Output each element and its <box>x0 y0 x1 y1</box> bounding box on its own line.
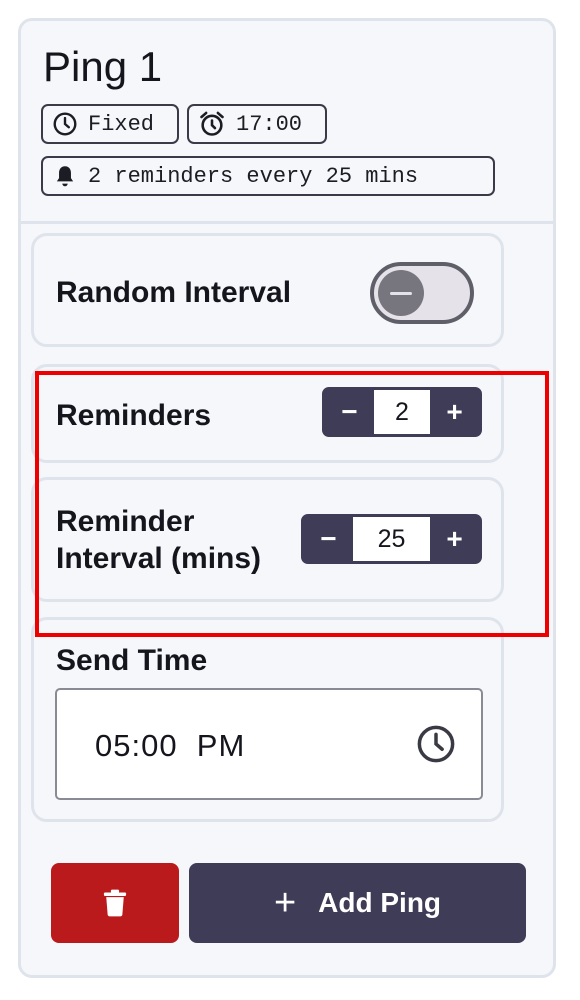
reminders-decrement-button[interactable]: − <box>325 390 374 434</box>
reminders-increment-button[interactable]: + <box>430 390 479 434</box>
reminder-interval-increment-button[interactable]: + <box>430 517 479 561</box>
reminders-badge: 2 reminders every 25 mins <box>41 156 495 196</box>
reminder-interval-decrement-button[interactable]: − <box>304 517 353 561</box>
reminders-panel: Reminders − 2 + <box>31 364 504 463</box>
time-badge-label: 17:00 <box>236 111 303 137</box>
random-interval-toggle[interactable] <box>370 262 474 324</box>
alarm-clock-icon <box>200 111 224 136</box>
random-interval-panel: Random Interval <box>31 233 504 347</box>
reminder-interval-stepper: − 25 + <box>301 514 482 564</box>
reminder-interval-label: Reminder Interval (mins) <box>56 505 262 575</box>
time-badge: 17:00 <box>187 104 327 144</box>
send-time-value[interactable]: 05:00 PM <box>95 728 245 764</box>
send-time-input[interactable]: 05:00 PM <box>55 688 483 800</box>
mode-badge: Fixed <box>41 104 179 144</box>
send-time-label: Send Time <box>56 644 208 677</box>
add-ping-button[interactable]: + Add Ping <box>189 863 526 943</box>
clock-icon <box>53 112 77 136</box>
plus-icon: + <box>273 882 297 924</box>
bell-icon <box>56 166 74 187</box>
minus-icon <box>390 291 412 295</box>
delete-ping-button[interactable] <box>51 863 179 943</box>
reminders-value[interactable]: 2 <box>374 390 430 434</box>
clock-icon[interactable] <box>415 723 457 765</box>
reminders-stepper: − 2 + <box>322 387 482 437</box>
reminders-badge-label: 2 reminders every 25 mins <box>88 163 419 189</box>
toggle-knob <box>378 270 424 316</box>
ping-header: Ping 1 Fixed 17:00 2 reminders every 25 … <box>21 21 553 224</box>
add-ping-label: Add Ping <box>318 887 442 918</box>
send-time-panel: Send Time 05:00 PM <box>31 617 504 822</box>
trash-icon <box>103 889 127 917</box>
ping-title: Ping 1 <box>43 43 163 90</box>
reminders-label: Reminders <box>56 399 212 432</box>
reminder-interval-value[interactable]: 25 <box>353 517 430 561</box>
random-interval-label: Random Interval <box>56 276 292 309</box>
mode-badge-label: Fixed <box>88 111 155 137</box>
reminder-interval-panel: Reminder Interval (mins) − 25 + <box>31 477 504 602</box>
